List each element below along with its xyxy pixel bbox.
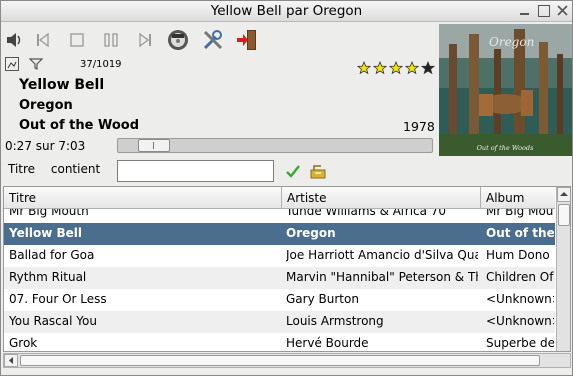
filter-operator[interactable]: contient	[51, 162, 100, 176]
minimize-icon[interactable]	[517, 4, 532, 18]
cell-album: Children Of The Fire	[486, 270, 554, 284]
seek-bar[interactable]	[117, 138, 433, 153]
cell-album: Superbe de l'anarchie	[486, 336, 554, 350]
vertical-scrollbar[interactable]	[556, 187, 570, 351]
cell-artist: Hervé Bourde	[286, 336, 369, 350]
previous-icon[interactable]	[31, 28, 55, 52]
table-row[interactable]: Grok Hervé Bourde Superbe de l'anarchie	[4, 333, 555, 351]
table-row[interactable]: 07. Four Or Less Gary Burton <Unknown>	[4, 289, 555, 311]
track-position: 37/1019	[80, 59, 122, 70]
table-row[interactable]: Mr Big Mouth Tunde Williams & Africa 70 …	[4, 209, 555, 223]
cover-album-text: Out of the Woods	[477, 144, 535, 152]
cell-album: Hum Dono	[486, 248, 550, 262]
stop-icon[interactable]	[65, 28, 89, 52]
cell-artist: Tunde Williams & Africa 70	[286, 209, 447, 218]
column-header-artist[interactable]: Artiste	[282, 187, 481, 209]
eject-disc-icon[interactable]	[166, 28, 190, 52]
cell-title: You Rascal You	[9, 314, 97, 328]
rating-stars[interactable]	[357, 61, 435, 75]
track-time: 0:27 sur 7:03	[5, 139, 86, 153]
track-year: 1978	[403, 119, 435, 134]
cell-album: Mr Big Mouth	[486, 209, 554, 218]
close-icon[interactable]	[555, 4, 570, 18]
cell-artist: Louis Armstrong	[286, 314, 384, 328]
cell-title: Mr Big Mouth	[9, 209, 89, 218]
cell-album: Out of the Wood	[486, 226, 554, 240]
scroll-left-icon[interactable]	[4, 354, 18, 367]
exit-icon[interactable]	[235, 28, 259, 52]
apply-filter-check-icon[interactable]	[285, 163, 301, 182]
player-window: Yellow Bell par Oregon Oregon Out of the…	[0, 0, 573, 376]
cover-band-text: Oregon	[489, 35, 534, 49]
cell-artist: Marvin "Hannibal" Peterson & The Sunrise…	[286, 270, 478, 284]
cover-mini-icon[interactable]	[5, 57, 19, 74]
track-table: Titre Artiste Album Mr Big Mouth Tunde W…	[3, 186, 571, 352]
title-bar: Yellow Bell par Oregon	[1, 1, 572, 22]
track-title: Yellow Bell	[19, 77, 105, 93]
filter-input[interactable]	[117, 160, 274, 182]
star-icon[interactable]	[421, 61, 435, 75]
cell-artist: Gary Burton	[286, 292, 359, 306]
scroll-up-icon[interactable]	[557, 187, 570, 202]
table-row[interactable]: Ballad for Goa Joe Harriott Amancio d'Si…	[4, 245, 555, 267]
table-header: Titre Artiste Album	[4, 187, 555, 209]
star-icon[interactable]	[405, 61, 419, 75]
cell-title: Yellow Bell	[9, 226, 82, 240]
track-artist: Oregon	[19, 98, 73, 113]
star-icon[interactable]	[373, 61, 387, 75]
cell-album: <Unknown>	[486, 292, 554, 306]
table-body: Mr Big Mouth Tunde Williams & Africa 70 …	[4, 209, 555, 351]
column-header-title[interactable]: Titre	[4, 187, 282, 209]
window-title: Yellow Bell par Oregon	[210, 3, 363, 19]
cell-title: Ballad for Goa	[9, 248, 95, 262]
album-cover: Oregon Out of the Woods	[439, 24, 572, 156]
filter-funnel-icon[interactable]	[28, 57, 44, 74]
pause-icon[interactable]	[99, 28, 123, 52]
cell-title: Rythm Ritual	[9, 270, 87, 284]
next-icon[interactable]	[133, 28, 157, 52]
maximize-icon[interactable]	[536, 4, 551, 18]
horizontal-scrollbar[interactable]	[3, 353, 571, 368]
cell-artist: Joe Harriott Amancio d'Silva Quartet	[286, 248, 478, 262]
cell-title: Grok	[9, 336, 38, 350]
cell-artist: Oregon	[286, 226, 336, 240]
track-album: Out of the Wood	[19, 118, 140, 133]
filter-field[interactable]: Titre	[8, 162, 35, 176]
star-icon[interactable]	[389, 61, 403, 75]
table-row[interactable]: Rythm Ritual Marvin "Hannibal" Peterson …	[4, 267, 555, 289]
volume-icon[interactable]	[3, 28, 27, 52]
cell-album: <Unknown>	[486, 314, 554, 328]
star-icon[interactable]	[357, 61, 371, 75]
cell-title: 07. Four Or Less	[9, 292, 107, 306]
column-header-album[interactable]: Album	[481, 187, 555, 209]
table-row[interactable]: You Rascal You Louis Armstrong <Unknown>	[4, 311, 555, 333]
settings-tools-icon[interactable]	[201, 28, 225, 52]
clear-filter-icon[interactable]	[309, 162, 327, 183]
table-row-selected[interactable]: Yellow Bell Oregon Out of the Wood	[4, 223, 555, 245]
seek-handle[interactable]	[138, 139, 170, 152]
vertical-scroll-thumb[interactable]	[558, 204, 570, 226]
horizontal-scroll-thumb[interactable]	[20, 355, 540, 366]
